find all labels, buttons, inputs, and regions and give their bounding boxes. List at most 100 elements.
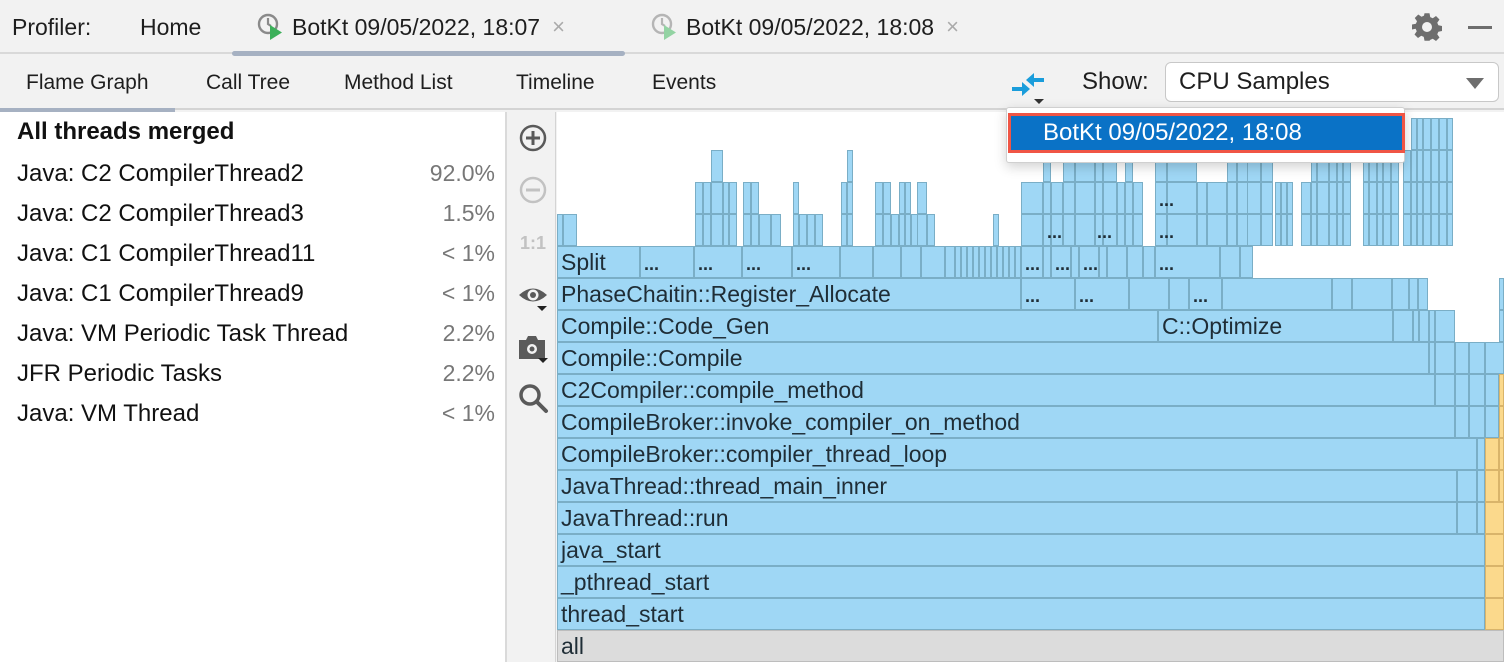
flame-frame[interactable] <box>997 246 1003 278</box>
flame-frame[interactable] <box>1125 182 1133 214</box>
flame-frame[interactable] <box>847 182 853 214</box>
flame-frame[interactable] <box>1417 182 1423 214</box>
flame-frame[interactable] <box>1485 406 1499 438</box>
flame-frame[interactable] <box>873 246 901 278</box>
eye-icon[interactable] <box>517 280 549 312</box>
flame-native-frame[interactable] <box>1499 374 1504 406</box>
flame-frame[interactable] <box>1261 182 1273 214</box>
flame-frame[interactable] <box>1247 214 1261 246</box>
flame-frame[interactable] <box>1129 278 1169 310</box>
minimize-icon[interactable] <box>1468 26 1492 29</box>
camera-icon[interactable] <box>517 332 549 364</box>
flame-frame[interactable] <box>1051 182 1063 214</box>
compare-snapshots-icon[interactable] <box>1010 66 1050 106</box>
flame-frame[interactable] <box>1240 246 1253 278</box>
flame-frame[interactable] <box>1457 470 1477 502</box>
flame-frame[interactable] <box>1043 182 1051 214</box>
flame-frame[interactable] <box>1485 374 1499 406</box>
flame-frame[interactable] <box>973 246 979 278</box>
flame-root-frame[interactable] <box>557 630 1504 662</box>
flame-native-frame[interactable] <box>1499 470 1504 502</box>
flame-frame[interactable] <box>945 246 955 278</box>
flame-frame[interactable] <box>1227 214 1237 246</box>
flame-frame[interactable] <box>985 246 991 278</box>
flame-frame[interactable] <box>1287 214 1293 246</box>
flame-frame[interactable] <box>840 246 873 278</box>
popup-item-snapshot-1808[interactable]: BotKt 09/05/2022, 18:08 <box>1008 113 1405 153</box>
flame-frame[interactable] <box>1075 182 1095 214</box>
gear-icon[interactable] <box>1412 12 1442 42</box>
flame-frame[interactable] <box>979 246 985 278</box>
flame-native-frame[interactable] <box>1485 534 1504 566</box>
flame-frame[interactable] <box>1261 214 1273 246</box>
flame-frame[interactable] <box>1435 310 1455 342</box>
flame-frame[interactable] <box>1063 214 1075 246</box>
flame-frame[interactable] <box>1439 118 1447 150</box>
flame-frame[interactable] <box>1237 214 1249 246</box>
flame-native-frame[interactable] <box>1485 598 1504 630</box>
flame-frame[interactable] <box>1363 214 1369 246</box>
flame-frame[interactable] <box>1383 182 1391 214</box>
flame-frame[interactable] <box>917 182 927 214</box>
flame-frame[interactable] <box>557 598 1485 630</box>
tab-flame-graph[interactable]: Flame Graph <box>0 56 174 112</box>
flame-frame[interactable] <box>1352 278 1392 310</box>
flame-frame[interactable] <box>703 214 711 246</box>
flame-frame[interactable] <box>875 182 883 214</box>
flame-frame[interactable] <box>711 182 723 214</box>
flame-frame[interactable] <box>1117 182 1125 214</box>
search-icon[interactable] <box>517 382 549 414</box>
flame-frame[interactable] <box>1207 182 1227 214</box>
flame-frame[interactable] <box>1455 406 1469 438</box>
flame-frame[interactable] <box>1099 246 1107 278</box>
flame-frame[interactable] <box>1435 342 1455 374</box>
flame-frame[interactable] <box>1418 278 1428 310</box>
thread-row[interactable]: Java: C2 CompilerThread2 92.0% <box>0 156 505 196</box>
flame-frame[interactable] <box>1431 182 1439 214</box>
flame-frame[interactable] <box>901 246 921 278</box>
flame-frame[interactable] <box>1117 214 1125 246</box>
flame-frame[interactable] <box>1377 182 1383 214</box>
flame-frame[interactable] <box>557 214 563 246</box>
flame-frame[interactable] <box>1103 182 1117 214</box>
flame-frame[interactable] <box>905 214 911 246</box>
flame-frame[interactable] <box>1133 214 1143 246</box>
flame-frame[interactable] <box>1499 278 1504 310</box>
actual-size-icon[interactable]: 1:1 <box>517 226 549 258</box>
flame-frame[interactable] <box>1455 342 1469 374</box>
flame-native-frame[interactable] <box>1485 502 1504 534</box>
flame-frame[interactable] <box>1343 182 1351 214</box>
flame-frame[interactable] <box>1435 374 1455 406</box>
flame-frame[interactable] <box>1220 246 1240 278</box>
flame-frame[interactable] <box>1281 214 1287 246</box>
flame-frame[interactable] <box>1429 342 1435 374</box>
flame-frame[interactable] <box>1377 214 1383 246</box>
flame-frame[interactable] <box>1311 182 1317 214</box>
flame-frame[interactable] <box>1409 278 1418 310</box>
flame-frame[interactable] <box>1337 214 1343 246</box>
flame-frame[interactable] <box>1275 214 1281 246</box>
flame-frame[interactable] <box>891 214 899 246</box>
flame-frame[interactable] <box>703 182 711 214</box>
flame-frame[interactable] <box>993 214 999 246</box>
flame-frame[interactable] <box>1317 182 1329 214</box>
flame-frame[interactable] <box>729 182 737 214</box>
flame-frame[interactable] <box>1431 214 1439 246</box>
flame-frame[interactable] <box>1411 214 1417 246</box>
flame-frame[interactable] <box>883 214 891 246</box>
flame-frame[interactable] <box>1413 310 1419 342</box>
flame-frame[interactable] <box>711 214 723 246</box>
flame-frame[interactable] <box>1127 246 1143 278</box>
flame-frame[interactable] <box>723 214 729 246</box>
flame-frame[interactable] <box>1125 214 1133 246</box>
flame-frame[interactable] <box>799 214 807 246</box>
flame-frame[interactable] <box>927 214 935 246</box>
flame-frame[interactable] <box>1237 182 1249 214</box>
thread-row[interactable]: Java: VM Thread < 1% <box>0 396 505 436</box>
flame-frame[interactable] <box>1301 214 1311 246</box>
tab-timeline[interactable]: Timeline <box>516 56 595 110</box>
flame-frame[interactable] <box>961 246 967 278</box>
flame-frame[interactable] <box>1429 310 1435 342</box>
flame-frame[interactable] <box>1015 246 1021 278</box>
close-icon[interactable]: × <box>552 14 565 40</box>
